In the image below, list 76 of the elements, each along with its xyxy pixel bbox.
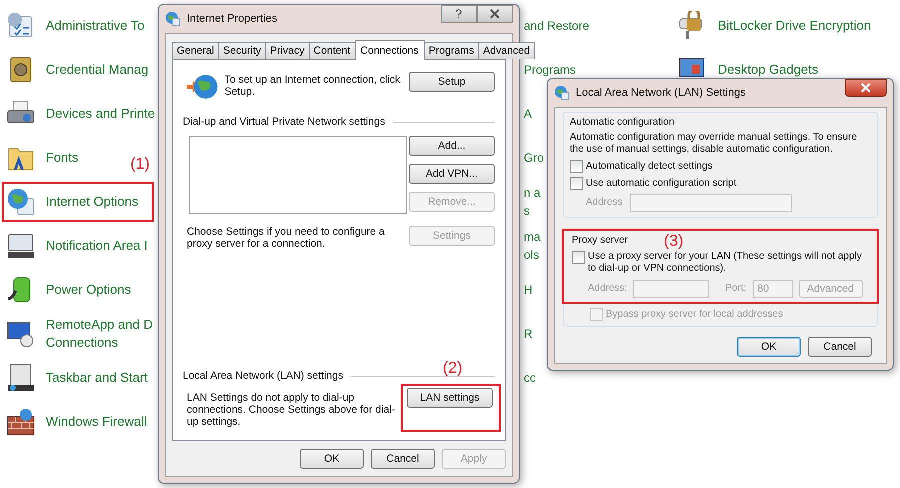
field-label: Address bbox=[586, 197, 622, 209]
control-panel-link[interactable]: Notification Area I bbox=[46, 237, 148, 255]
control-panel-link[interactable]: Devices and Printe bbox=[46, 105, 156, 123]
control-panel-link[interactable]: A bbox=[524, 105, 532, 123]
lan-settings-button[interactable]: LAN settings bbox=[407, 388, 493, 408]
control-panel-link[interactable]: Desktop Gadgets bbox=[718, 61, 818, 79]
address-field[interactable] bbox=[633, 280, 710, 298]
control-panel-link[interactable]: Windows Firewall bbox=[46, 413, 148, 431]
auto-config-description: Automatic configuration may override manual settings. To ensure the use of manual settings, disable automatic configuration. bbox=[570, 132, 858, 156]
proxy-instruction: Choose Settings if you need to configure a proxy server for a connection. bbox=[187, 226, 386, 250]
globe-icon bbox=[165, 11, 181, 27]
control-panel-link[interactable]: cc bbox=[524, 369, 536, 387]
checkbox-label: Use automatic configuration script bbox=[586, 178, 737, 190]
close-button[interactable] bbox=[845, 79, 887, 97]
tab[interactable]: General bbox=[172, 42, 220, 59]
group-heading: Automatic configuration bbox=[570, 117, 675, 128]
taskbar-icon bbox=[6, 363, 36, 393]
control-panel-link[interactable]: ma bbox=[524, 228, 541, 246]
dialog-button[interactable]: OK bbox=[737, 337, 801, 357]
control-panel-link[interactable]: Internet Options bbox=[46, 193, 138, 211]
control-panel-link[interactable]: ols bbox=[524, 246, 541, 264]
checkbox[interactable] bbox=[570, 160, 583, 173]
annotation-label: (2) bbox=[443, 360, 463, 378]
help-button[interactable]: ? bbox=[441, 5, 477, 23]
control-panel-link[interactable]: RemoteApp and D bbox=[46, 316, 153, 334]
vpn-button[interactable]: Add VPN... bbox=[409, 164, 495, 184]
control-panel-link[interactable]: Programs bbox=[524, 61, 576, 79]
checkbox-label: Automatically detect settings bbox=[586, 160, 713, 172]
control-panel-link[interactable]: and Restore bbox=[524, 17, 590, 35]
checkbox-label: Use a proxy server for your LAN (These settings will not apply to dial-up or VPN connections). bbox=[588, 251, 863, 275]
control-panel-link[interactable]: Taskbar and Start bbox=[46, 369, 148, 387]
tab[interactable]: Advanced bbox=[478, 42, 536, 59]
close-button[interactable] bbox=[477, 5, 513, 23]
field-label: Port: bbox=[725, 283, 747, 295]
vpn-button[interactable]: Add... bbox=[409, 136, 495, 156]
setup-button[interactable]: Setup bbox=[409, 72, 495, 92]
annotation-label: (1) bbox=[130, 156, 150, 174]
control-panel-link[interactable]: s bbox=[524, 202, 541, 220]
setup-instruction: To set up an Internet connection, click Setup. bbox=[224, 74, 402, 98]
tab[interactable]: Privacy bbox=[265, 42, 310, 59]
address-field[interactable] bbox=[630, 194, 792, 212]
close-icon bbox=[489, 9, 501, 19]
control-panel-link[interactable]: R bbox=[524, 325, 533, 343]
field-label: Address: bbox=[588, 283, 628, 295]
control-panel-link[interactable]: Connections bbox=[46, 334, 153, 352]
checkbox-label: Bypass proxy server for local addresses bbox=[606, 308, 784, 320]
tab[interactable]: Connections bbox=[354, 40, 425, 60]
control-panel-link[interactable]: Administrative To bbox=[46, 17, 145, 35]
control-panel-link[interactable]: BitLocker Drive Encryption bbox=[718, 17, 872, 35]
close-icon bbox=[860, 83, 872, 93]
control-panel-link[interactable]: Power Options bbox=[46, 281, 132, 299]
globe-icon bbox=[554, 85, 570, 101]
checkbox[interactable] bbox=[570, 177, 583, 190]
lan-instruction: LAN Settings do not apply to dial-up connections. Choose Settings above for dial-up settings. bbox=[187, 392, 396, 428]
control-panel-link[interactable]: Gro bbox=[524, 149, 544, 167]
group-heading: Local Area Network (LAN) settings bbox=[183, 370, 344, 382]
tab[interactable]: Programs bbox=[424, 42, 480, 59]
dialog-button[interactable]: OK bbox=[300, 449, 364, 469]
globe-icon bbox=[6, 187, 36, 217]
brick-wall-icon bbox=[6, 407, 36, 437]
control-panel-link[interactable]: H bbox=[524, 281, 533, 299]
dialog-button[interactable]: Cancel bbox=[808, 337, 872, 357]
group-heading: Proxy server bbox=[572, 235, 628, 246]
annotation-label: (3) bbox=[664, 233, 684, 251]
group-heading: Dial-up and Virtual Private Network settings bbox=[183, 116, 386, 128]
control-panel-link[interactable]: Credential Manag bbox=[46, 61, 149, 79]
window-title: Internet Properties bbox=[187, 13, 278, 25]
window-title: Local Area Network (LAN) Settings bbox=[576, 87, 746, 99]
tab[interactable]: Content bbox=[308, 42, 356, 59]
dialog-button[interactable]: Cancel bbox=[371, 449, 435, 469]
globe-icon bbox=[187, 72, 219, 102]
control-panel-link[interactable]: Fonts bbox=[46, 149, 79, 167]
connections-list[interactable] bbox=[189, 136, 407, 214]
control-panel-link[interactable]: n a bbox=[524, 184, 541, 202]
tab[interactable]: Security bbox=[218, 42, 266, 59]
checkbox[interactable] bbox=[572, 251, 585, 264]
